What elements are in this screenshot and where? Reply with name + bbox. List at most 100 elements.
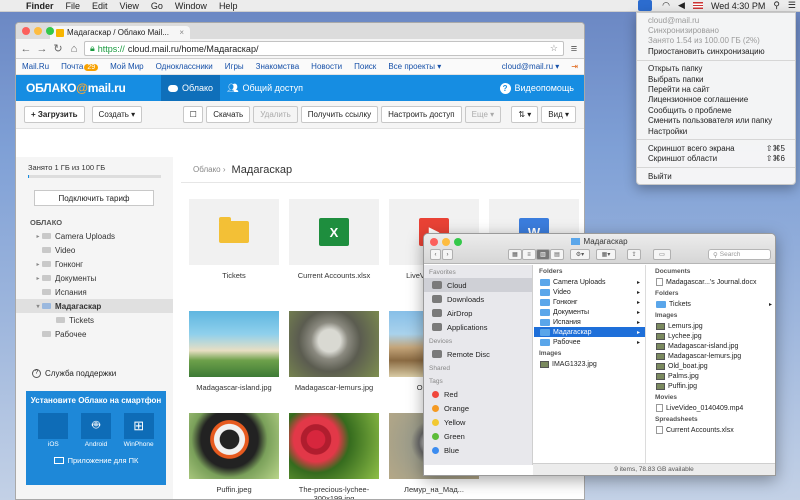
notification-center-icon[interactable]: ☰ xyxy=(784,0,800,11)
sidebar-item-4[interactable]: Испания xyxy=(16,285,173,299)
sidebar-item-0[interactable]: ▸ Camera Uploads xyxy=(16,229,173,243)
menu-item-0[interactable]: Открыть папку xyxy=(637,64,795,74)
sort-button[interactable]: ⇅ ▾ xyxy=(511,106,539,123)
back-icon[interactable]: ← xyxy=(20,43,32,55)
finder-item[interactable]: Мадагаскар ▸ xyxy=(534,327,645,337)
forward-icon[interactable]: → xyxy=(36,43,48,55)
winphone-app-button[interactable]: ⊞ WinPhone xyxy=(123,413,154,448)
select-all-checkbox[interactable]: ☐ xyxy=(183,106,204,123)
menu-item-1[interactable]: Выбрать папки xyxy=(637,74,795,84)
finder-item[interactable]: Madagascar...'s Journal.docx xyxy=(650,277,775,287)
expand-arrow-icon[interactable]: ▾ xyxy=(34,303,42,310)
home-icon[interactable]: ⌂ xyxy=(68,43,80,55)
sidebar-tag-4[interactable]: Blue xyxy=(424,443,532,457)
finder-item[interactable]: Old_boat.jpg xyxy=(650,361,775,371)
file-tile-7[interactable]: Puffin.jpeg xyxy=(189,413,279,494)
finder-item[interactable]: Video ▸ xyxy=(534,287,645,297)
close-window-icon[interactable] xyxy=(22,27,30,35)
nav-shared-tab[interactable]: 👥︎ Общий доступ xyxy=(220,75,310,101)
upload-button[interactable]: + Загрузить xyxy=(24,106,85,123)
column-view-icon[interactable]: ▥ xyxy=(536,249,550,260)
share-icon[interactable]: ⇪ xyxy=(627,249,641,260)
menu-screenshot-full[interactable]: Скриншот всего экрана ⇧⌘5 xyxy=(637,143,795,153)
nav-cloud-tab[interactable]: Облако xyxy=(161,75,221,101)
pc-app-link[interactable]: Приложение для ПК xyxy=(26,456,166,465)
ios-app-button[interactable]: iOS xyxy=(38,413,69,448)
connect-tariff-button[interactable]: Подключить тариф xyxy=(34,190,154,206)
menu-go[interactable]: Go xyxy=(145,1,169,11)
spotlight-icon[interactable]: ⚲ xyxy=(769,0,784,11)
menu-edit[interactable]: Edit xyxy=(86,1,114,11)
portal-link-games[interactable]: Игры xyxy=(225,62,244,71)
sidebar-tag-2[interactable]: Yellow xyxy=(424,415,532,429)
sidebar-item-7[interactable]: Рабочее xyxy=(16,327,173,341)
file-tile-5[interactable]: Madagascar-lemurs.jpg xyxy=(289,311,379,392)
portal-link-mail[interactable]: Почта 29 xyxy=(61,62,99,71)
expand-arrow-icon[interactable]: ▸ xyxy=(34,275,42,282)
finder-search-field[interactable]: ⚲ Search xyxy=(708,249,771,260)
finder-item[interactable]: Madagascar-island.jpg xyxy=(650,341,775,351)
expand-arrow-icon[interactable]: ▸ xyxy=(34,261,42,268)
portal-link-mailru[interactable]: Mail.Ru xyxy=(22,62,49,71)
finder-item[interactable]: Camera Uploads ▸ xyxy=(534,277,645,287)
finder-item[interactable]: IMAG1323.jpg xyxy=(534,359,645,369)
finder-item[interactable]: Madagascar-lemurs.jpg xyxy=(650,351,775,361)
file-tile-8[interactable]: The-precious-lychee-300x199.jpg xyxy=(289,413,379,499)
menu-quit[interactable]: Выйти xyxy=(637,171,795,181)
menu-item-3[interactable]: Лицензионное соглашение xyxy=(637,95,795,105)
coverflow-view-icon[interactable]: ▤ xyxy=(550,249,564,260)
browser-menu-icon[interactable]: ≡ xyxy=(568,43,580,55)
sidebar-favorite-1[interactable]: Downloads xyxy=(424,292,532,306)
close-tab-icon[interactable]: × xyxy=(179,28,184,37)
icon-view-icon[interactable]: ▦ xyxy=(508,249,522,260)
finder-forward-icon[interactable]: › xyxy=(442,249,453,260)
portal-link-search[interactable]: Поиск xyxy=(354,62,376,71)
action-gear-icon[interactable]: ⚙▾ xyxy=(570,249,590,260)
support-link[interactable]: ? Служба поддержки xyxy=(32,369,116,378)
finder-item[interactable]: Документы ▸ xyxy=(534,307,645,317)
wifi-icon[interactable]: ◠ xyxy=(658,0,674,11)
menu-view[interactable]: View xyxy=(114,1,145,11)
finder-item[interactable]: Lemurs.jpg xyxy=(650,321,775,331)
sidebar-item-5[interactable]: ▾ Мадагаскар xyxy=(16,299,173,313)
finder-item[interactable]: LiveVideo_0140409.mp4 xyxy=(650,403,775,413)
portal-link-dating[interactable]: Знакомства xyxy=(256,62,300,71)
sidebar-item-2[interactable]: ▸ Гонконг xyxy=(16,257,173,271)
sidebar-favorite-2[interactable]: AirDrop xyxy=(424,306,532,320)
menu-window[interactable]: Window xyxy=(169,1,213,11)
file-tile-4[interactable]: Madagascar-island.jpg xyxy=(189,311,279,392)
sidebar-tag-3[interactable]: Green xyxy=(424,429,532,443)
sidebar-device-0[interactable]: Remote Disc xyxy=(424,347,532,361)
sidebar-favorite-3[interactable]: Applications xyxy=(424,320,532,334)
finder-item[interactable]: Lychee.jpg xyxy=(650,331,775,341)
clock-text[interactable]: Wed 4:30 PM xyxy=(707,1,769,11)
menu-item-6[interactable]: Настройки xyxy=(637,126,795,136)
edit-tags-icon[interactable]: ▭ xyxy=(653,249,671,260)
portal-link-myworld[interactable]: Мой Мир xyxy=(110,62,143,71)
finder-back-icon[interactable]: ‹ xyxy=(430,249,441,260)
address-bar[interactable]: 🔒︎ https:// cloud.mail.ru/home/Мадагаска… xyxy=(84,41,564,56)
menu-file[interactable]: File xyxy=(60,1,87,11)
bookmark-star-icon[interactable]: ☆ xyxy=(550,43,558,54)
portal-link-ok[interactable]: Одноклассники xyxy=(156,62,213,71)
video-help-link[interactable]: ? Видеопомощь xyxy=(499,82,584,94)
expand-arrow-icon[interactable]: ▸ xyxy=(34,233,42,240)
sidebar-tag-0[interactable]: Red xyxy=(424,387,532,401)
create-button[interactable]: Создать ▾ xyxy=(91,106,143,123)
menu-item-5[interactable]: Сменить пользователя или папку xyxy=(637,116,795,126)
cloud-mail-logo[interactable]: ОБЛАКО@mail.ru xyxy=(16,81,161,95)
view-button[interactable]: Вид ▾ xyxy=(541,106,576,123)
menu-item-4[interactable]: Сообщить о проблеме xyxy=(637,105,795,115)
sidebar-tag-1[interactable]: Orange xyxy=(424,401,532,415)
minimize-window-icon[interactable] xyxy=(34,27,42,35)
menu-pause-sync[interactable]: Приостановить синхронизацию xyxy=(637,46,795,56)
sidebar-item-6[interactable]: Tickets xyxy=(16,313,173,327)
zoom-window-icon[interactable] xyxy=(46,27,54,35)
finder-item[interactable]: Palms.jpg xyxy=(650,371,775,381)
mail-cloud-tray-icon[interactable] xyxy=(638,0,653,11)
flag-icon[interactable] xyxy=(692,2,703,9)
reload-icon[interactable]: ↻ xyxy=(52,42,64,55)
get-link-button[interactable]: Получить ссылку xyxy=(300,106,379,123)
menu-screenshot-area[interactable]: Скриншот области ⇧⌘6 xyxy=(637,154,795,164)
menu-help[interactable]: Help xyxy=(213,1,244,11)
